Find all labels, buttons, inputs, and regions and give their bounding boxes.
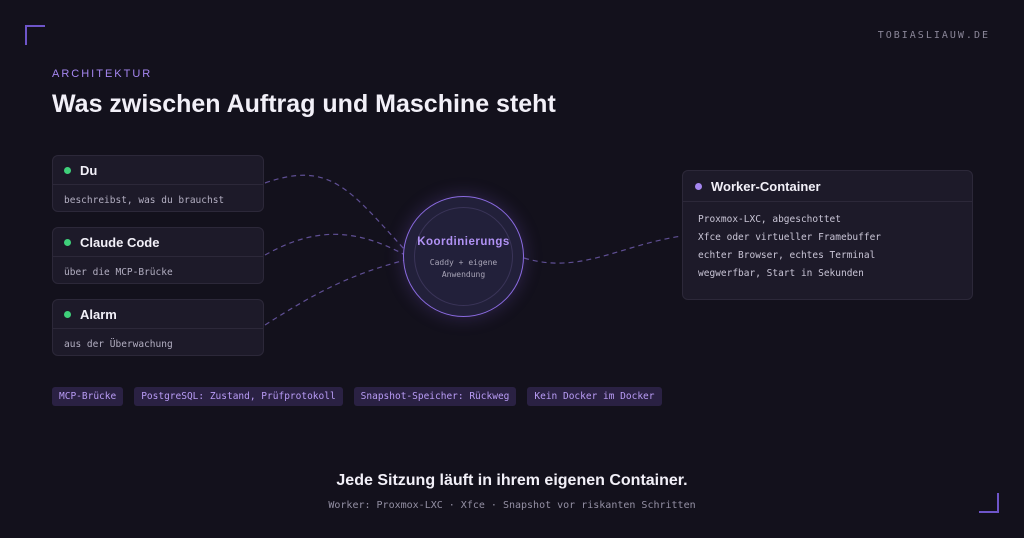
worker-detail-line: Xfce oder virtueller Framebuffer xyxy=(698,232,882,243)
hub-title: Koordinierungs xyxy=(417,236,510,248)
footer-headline: Jede Sitzung läuft in ihrem eigenen Cont… xyxy=(336,472,688,489)
coordination-hub: Koordinierungs Caddy + eigene Anwendung xyxy=(403,196,524,317)
status-dot xyxy=(64,166,71,174)
tag-no-docker: Kein Docker im Docker xyxy=(527,387,662,406)
tag-snapshot-storage: Snapshot-Speicher: Rückweg xyxy=(353,387,517,406)
input-card-title: Alarm xyxy=(80,306,117,322)
component-tags: MCP-Brücke PostgreSQL: Zustand, Prüfprot… xyxy=(52,387,662,406)
input-card-alarm: Alarm aus der Überwachung xyxy=(52,299,264,356)
tag-mcp-bridge: MCP-Brücke xyxy=(52,387,124,406)
input-card-title: Claude Code xyxy=(80,234,160,250)
status-dot xyxy=(64,310,71,318)
connector-alarm-to-hub xyxy=(264,259,406,326)
worker-container-card: Worker-Container Proxmox-LXC, abgeschott… xyxy=(682,170,973,300)
tag-postgresql: PostgreSQL: Zustand, Prüfprotokoll xyxy=(134,387,343,406)
worker-details: Proxmox-LXC, abgeschottet Xfce oder virt… xyxy=(683,202,972,283)
connector-claude-to-hub xyxy=(264,233,406,256)
input-card-subtitle: über die MCP-Brücke xyxy=(64,267,173,278)
connector-hub-to-worker xyxy=(523,235,683,264)
connector-du-to-hub xyxy=(264,174,406,251)
status-dot xyxy=(64,238,71,246)
input-card-du: Du beschreibst, was du brauchst xyxy=(52,155,264,212)
worker-detail-line: Proxmox-LXC, abgeschottet xyxy=(698,214,841,225)
footer-subline: Worker: Proxmox-LXC · Xfce · Snapshot vo… xyxy=(328,500,696,511)
input-card-title: Du xyxy=(80,162,98,178)
input-card-claude-code: Claude Code über die MCP-Brücke xyxy=(52,227,264,284)
input-card-subtitle: beschreibst, was du brauchst xyxy=(64,195,225,206)
status-dot xyxy=(695,182,702,190)
worker-card-title: Worker-Container xyxy=(711,178,821,194)
hub-description: Caddy + eigene Anwendung xyxy=(429,258,498,279)
input-card-subtitle: aus der Überwachung xyxy=(64,339,173,350)
worker-detail-line: wegwerfbar, Start in Sekunden xyxy=(698,268,864,279)
worker-detail-line: echter Browser, echtes Terminal xyxy=(698,250,876,261)
